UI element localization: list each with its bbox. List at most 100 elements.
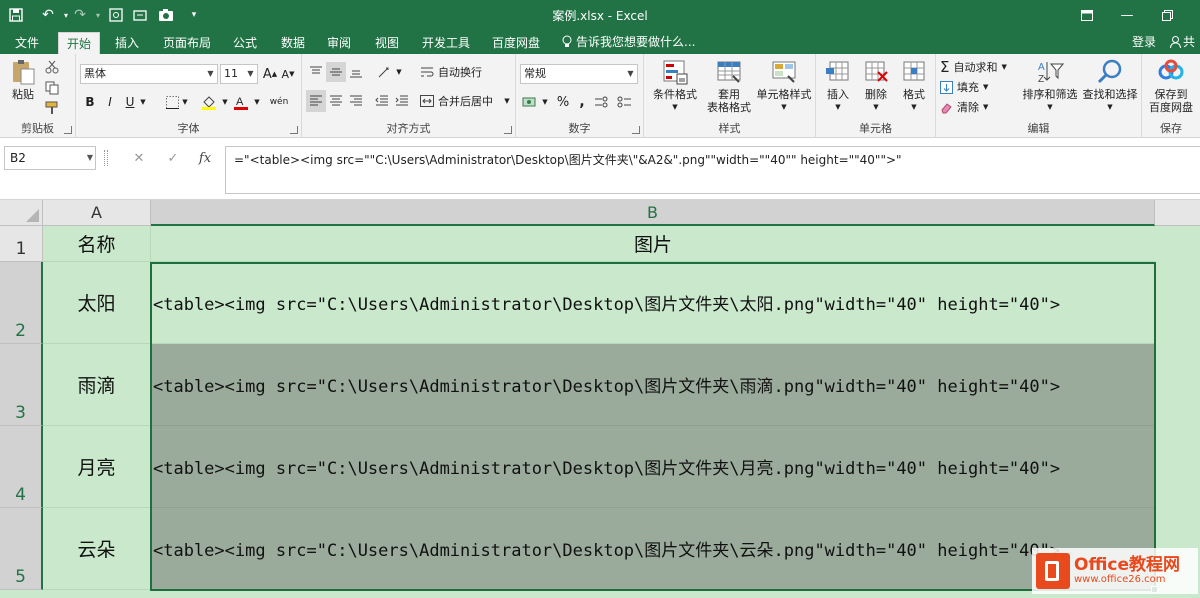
tab-file[interactable]: 文件 [8,32,46,54]
find-select-button[interactable]: 查找和选择 ▼ [1080,58,1140,114]
tab-data[interactable]: 数据 [274,32,312,54]
align-bottom-icon[interactable] [346,62,366,82]
open-icon[interactable] [130,5,150,25]
borders-icon[interactable] [162,92,182,112]
fill-color-icon[interactable] [198,92,220,112]
percent-button[interactable]: % [554,92,572,112]
align-center-icon[interactable] [326,90,346,112]
bold-button[interactable]: B [82,92,98,112]
number-launcher-icon[interactable] [632,126,640,134]
cell-a2[interactable]: 太阳 [43,262,151,344]
accounting-format-icon[interactable] [520,92,540,112]
paste-button[interactable]: 粘贴 [6,58,40,101]
name-box[interactable]: B2 ▼ [4,146,96,170]
alignment-launcher-icon[interactable] [504,126,512,134]
ribbon-display-icon[interactable] [1076,5,1098,25]
print-preview-icon[interactable] [106,5,126,25]
comma-button[interactable]: , [574,92,590,112]
cancel-icon[interactable]: ✕ [128,147,150,169]
clear-button[interactable]: 清除 ▼ [940,98,1000,116]
orientation-dropdown-icon[interactable]: ▼ [394,62,404,82]
borders-dropdown-icon[interactable]: ▼ [180,92,190,112]
align-middle-icon[interactable] [326,62,346,82]
cut-icon[interactable] [42,58,62,76]
autosum-button[interactable]: Σ 自动求和 ▼ [940,58,1020,76]
redo-icon[interactable]: ↷ [70,5,90,25]
tab-formulas[interactable]: 公式 [226,32,264,54]
insert-cells-button[interactable]: 插入 ▼ [820,58,856,114]
delete-cells-button[interactable]: 删除 ▼ [858,58,894,114]
align-top-icon[interactable] [306,62,326,82]
format-painter-icon[interactable] [42,99,62,117]
save-to-baidu-button[interactable]: 保存到 百度网盘 [1144,58,1198,114]
decrease-indent-icon[interactable] [372,90,392,112]
increase-decimal-icon[interactable] [592,92,612,112]
cell-a4[interactable]: 月亮 [43,426,151,508]
camera-icon[interactable] [156,5,176,25]
minimize-icon[interactable]: — [1116,5,1138,25]
cell-styles-button[interactable]: 单元格样式 ▼ [754,58,814,114]
number-format-combo[interactable]: 常规 ▼ [520,64,638,84]
select-all-button[interactable] [0,200,43,226]
format-as-table-button[interactable]: 套用 表格格式 [702,58,756,114]
enter-icon[interactable]: ✓ [162,147,184,169]
tell-me-box[interactable]: 告诉我您想要做什么... [562,33,695,50]
insert-function-icon[interactable]: fx [194,147,216,169]
wrap-text-button[interactable]: 自动换行 [420,62,508,82]
font-color-icon[interactable]: A [230,92,252,112]
customize-toolbar-icon[interactable]: ▾ [184,5,204,25]
accounting-dropdown-icon[interactable]: ▼ [540,92,550,112]
tab-baidu-netdisk[interactable]: 百度网盘 [486,32,546,54]
redo-dropdown-icon[interactable]: ▾ [88,5,108,25]
cell-b5[interactable]: <table><img src="C:\Users\Administrator\… [151,508,1155,590]
phonetic-icon[interactable]: wén [268,92,290,112]
row-header-2[interactable]: 2 [0,262,43,344]
formula-bar-splitter[interactable] [104,150,108,166]
restore-icon[interactable] [1156,5,1178,25]
clipboard-launcher-icon[interactable] [64,126,72,134]
font-launcher-icon[interactable] [290,126,298,134]
cell-a1[interactable]: 名称 [43,226,151,262]
chevron-down-icon[interactable]: ▼ [87,147,93,169]
column-c-area[interactable] [1156,226,1200,598]
italic-button[interactable]: I [102,92,118,112]
undo-icon[interactable]: ↶ [38,5,58,25]
cell-b2[interactable]: <table><img src="C:\Users\Administrator\… [151,262,1155,344]
decrease-decimal-icon[interactable] [614,92,634,112]
underline-button[interactable]: U [122,92,138,112]
cell-b3[interactable]: <table><img src="C:\Users\Administrator\… [151,344,1155,426]
login-link[interactable]: 登录 [1132,33,1156,50]
font-size-combo[interactable]: 11 ▼ [220,64,258,84]
row-header-1[interactable]: 1 [0,226,43,262]
cell-b1[interactable]: 图片 [151,226,1155,262]
fill-button[interactable]: 填充 ▼ [940,78,1000,96]
share-button[interactable]: 共 [1170,33,1195,50]
row-header-4[interactable]: 4 [0,426,43,508]
align-left-icon[interactable] [306,90,326,112]
grow-font-button[interactable]: A ▲ [262,64,278,84]
cell-b4[interactable]: <table><img src="C:\Users\Administrator\… [151,426,1155,508]
tab-page-layout[interactable]: 页面布局 [158,32,216,54]
font-name-combo[interactable]: 黑体 ▼ [80,64,218,84]
row-header-5[interactable]: 5 [0,508,43,590]
save-icon[interactable] [6,5,26,25]
tab-view[interactable]: 视图 [368,32,406,54]
copy-icon[interactable] [42,79,62,97]
merge-center-button[interactable]: 合并后居中 [420,90,504,112]
conditional-formatting-button[interactable]: 条件格式 ▼ [648,58,702,114]
tab-home[interactable]: 开始 [58,32,100,54]
column-header-a[interactable]: A [43,200,151,226]
formula-input[interactable]: ="<table><img src=""C:\Users\Administrat… [225,146,1200,194]
format-cells-button[interactable]: 格式 ▼ [896,58,932,114]
font-color-dropdown-icon[interactable]: ▼ [252,92,262,112]
column-header-c[interactable] [1155,200,1200,226]
increase-indent-icon[interactable] [392,90,412,112]
tab-review[interactable]: 审阅 [320,32,358,54]
fill-color-dropdown-icon[interactable]: ▼ [220,92,230,112]
sort-filter-button[interactable]: AZ 排序和筛选 ▼ [1020,58,1080,114]
orientation-icon[interactable] [374,62,394,82]
cell-a3[interactable]: 雨滴 [43,344,151,426]
row-header-3[interactable]: 3 [0,344,43,426]
tab-insert[interactable]: 插入 [108,32,146,54]
cell-a5[interactable]: 云朵 [43,508,151,590]
